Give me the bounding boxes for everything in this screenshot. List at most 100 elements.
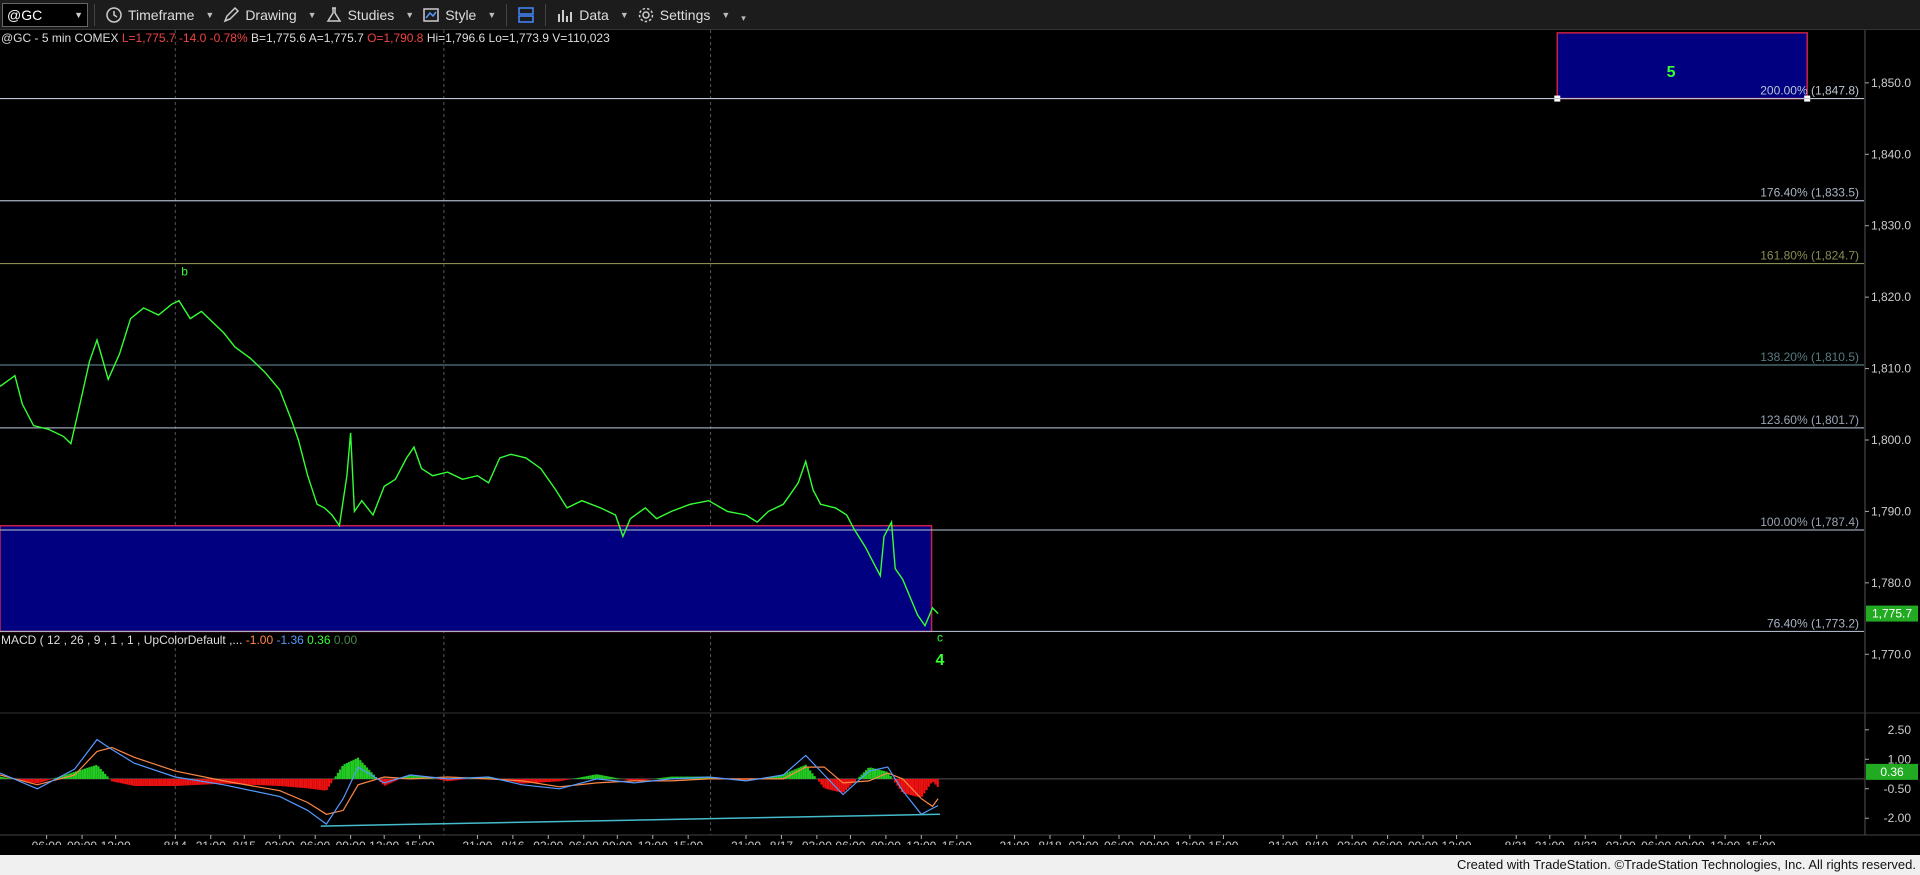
data-label: Data <box>579 6 609 23</box>
symbol-input[interactable]: @GC ▼ <box>2 2 88 27</box>
time-axis-label: 15:00 <box>942 839 972 845</box>
chart-area[interactable]: @GC - 5 min COMEX L=1,775.7 -14.0 -0.78%… <box>0 30 1920 845</box>
settings-label: Settings <box>659 6 711 23</box>
macd-current-label: 0.36 <box>1880 765 1904 779</box>
fib-level-label: 100.00% (1,787.4) <box>1760 515 1859 529</box>
toolbar-separator <box>94 3 95 26</box>
quote-header: @GC - 5 min COMEX L=1,775.7 -14.0 -0.78%… <box>1 31 610 45</box>
quote-field: V=110,023 <box>549 31 610 45</box>
quote-field: O=1,790.8 <box>364 31 424 45</box>
gear-icon <box>638 7 654 22</box>
time-axis-label: 21:00 <box>1268 839 1298 845</box>
time-axis-label: 21:00 <box>1000 839 1030 845</box>
bar-chart-icon <box>558 9 573 22</box>
macd-value-label: 0.36 <box>304 633 331 647</box>
fib-level-label: 138.20% (1,810.5) <box>1760 350 1859 364</box>
price-axis-label: 1,810.0 <box>1871 362 1911 376</box>
macd-value-label: -1.00 <box>242 633 273 647</box>
time-axis-label: 09:00 <box>336 839 366 845</box>
time-axis-label: 15:00 <box>405 839 435 845</box>
time-axis-label: 06:00 <box>835 839 865 845</box>
quote-field: -14.0 <box>176 31 207 45</box>
time-axis-label: 12:00 <box>1710 839 1740 845</box>
time-axis-label: 8/18 <box>1038 839 1062 845</box>
chevron-down-icon: ▼ <box>74 9 83 20</box>
macd-title: MACD ( 12 , 26 , 9 , 1 , 1 , UpColorDefa… <box>1 633 358 647</box>
time-axis-label: 09:00 <box>1408 839 1438 845</box>
time-axis-label: 03:00 <box>533 839 563 845</box>
time-axis-label: 09:00 <box>1675 839 1705 845</box>
settings-menu-button[interactable]: Settings ▼ ▾ <box>633 2 750 28</box>
style-label: Style <box>445 6 477 23</box>
quote-field: Lo=1,773.9 <box>485 31 549 45</box>
time-axis-label: 15:00 <box>673 839 703 845</box>
caret-down-icon: ▼ <box>721 9 731 20</box>
price-axis-label: 1,790.0 <box>1871 504 1911 518</box>
time-axis-label: 8/15 <box>233 839 257 845</box>
macd-value-label: -1.36 <box>273 633 304 647</box>
time-axis-label: 21:00 <box>196 839 226 845</box>
layout-icon <box>518 6 535 23</box>
footer-text: Created with TradeStation. ©TradeStation… <box>1456 857 1916 872</box>
macd-trend-line <box>320 813 940 827</box>
time-axis-label: 06:00 <box>1641 839 1671 845</box>
macd-value-label: 0.00 <box>331 633 358 647</box>
data-menu-button[interactable]: Data ▼ <box>552 2 633 28</box>
drawing-menu-button[interactable]: Drawing ▼ <box>218 2 320 28</box>
time-axis-label: 06:00 <box>569 839 599 845</box>
time-axis-label: 21:00 <box>1535 839 1565 845</box>
price-axis-label: 1,800.0 <box>1871 433 1911 447</box>
quote-field: Hi=1,796.6 <box>423 31 485 45</box>
time-axis-label: 12:00 <box>1175 839 1205 845</box>
time-axis-label: 03:00 <box>1606 839 1636 845</box>
fib-level-label: 200.00% (1,847.8) <box>1760 84 1859 98</box>
quote-field: L=1,775.7 <box>119 31 176 45</box>
time-axis-label: 03:00 <box>1069 839 1099 845</box>
fib-level-label: 176.40% (1,833.5) <box>1760 186 1859 200</box>
price-axis-label: 1,780.0 <box>1871 576 1911 590</box>
wave-label: 4 <box>936 652 945 669</box>
studies-menu-button[interactable]: Studies ▼ <box>321 2 419 28</box>
time-axis-label: 06:00 <box>1104 839 1134 845</box>
style-menu-button[interactable]: Style ▼ <box>418 2 500 28</box>
layout-button[interactable] <box>513 2 539 28</box>
support-zone <box>0 524 933 633</box>
price-axis-label: 1,840.0 <box>1871 147 1911 161</box>
time-axis-label: 8/16 <box>501 839 525 845</box>
toolbar-separator <box>506 3 508 26</box>
quote-field: @GC - 5 min COMEX <box>1 31 119 45</box>
fib-level-label: 123.60% (1,801.7) <box>1760 413 1859 427</box>
time-axis-label: 12:00 <box>1442 839 1472 845</box>
caret-down-icon: ▼ <box>487 9 497 20</box>
wave-label: b <box>181 265 188 279</box>
wave-label: c <box>937 630 943 644</box>
price-axis-label: 1,830.0 <box>1871 219 1911 233</box>
clock-icon <box>106 6 122 23</box>
last-price-label: 1,775.7 <box>1872 607 1912 621</box>
time-axis-label: 15:00 <box>1208 839 1238 845</box>
caret-down-icon: ▼ <box>205 9 215 20</box>
time-axis-label: 21:00 <box>731 839 761 845</box>
pencil-icon <box>223 6 240 22</box>
time-axis-label: 15:00 <box>1746 839 1776 845</box>
toolbar: @GC ▼ Timeframe ▼ Drawing ▼ Studies ▼ St… <box>0 0 1920 30</box>
time-axis-label: 12:00 <box>906 839 936 845</box>
time-axis-label: 12:00 <box>369 839 399 845</box>
macd-title-text: MACD ( 12 , 26 , 9 , 1 , 1 , UpColorDefa… <box>1 633 242 647</box>
footer: Created with TradeStation. ©TradeStation… <box>0 855 1920 875</box>
wave-label: 5 <box>1667 64 1676 81</box>
price-axis-label: 1,850.0 <box>1871 76 1911 90</box>
time-axis-label: 21:00 <box>462 839 492 845</box>
time-axis-label: 09:00 <box>602 839 632 845</box>
timeframe-menu-button[interactable]: Timeframe ▼ <box>101 2 218 28</box>
time-axis-label: 03:00 <box>1337 839 1367 845</box>
macd-axis-label: -0.50 <box>1884 782 1912 796</box>
quote-field: B=1,775.6 <box>248 31 307 45</box>
price-chart[interactable]: @GC - 5 min COMEX L=1,775.7 -14.0 -0.78%… <box>0 30 1920 845</box>
timeframe-label: Timeframe <box>128 6 195 23</box>
overflow-caret-icon: ▾ <box>741 13 746 23</box>
caret-down-icon: ▼ <box>405 9 415 20</box>
time-axis-label: 06:00 <box>300 839 330 845</box>
macd-axis-label: 2.50 <box>1888 723 1912 737</box>
fib-level-label: 161.80% (1,824.7) <box>1760 249 1859 263</box>
